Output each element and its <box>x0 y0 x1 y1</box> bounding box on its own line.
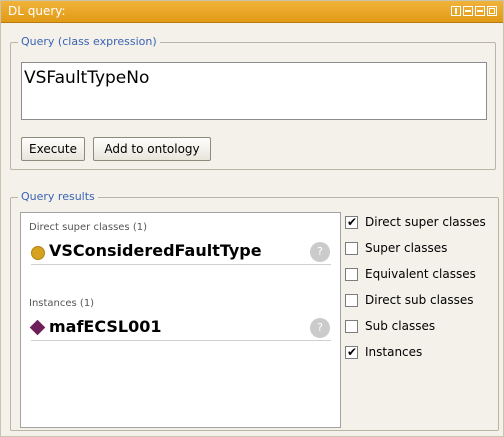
checkbox[interactable] <box>345 268 358 281</box>
results-group: Query results Direct super classes (1) V… <box>10 190 499 431</box>
instances-heading: Instances (1) <box>29 298 95 309</box>
dl-query-window: DL query: Query (class expression) VSFau… <box>0 0 504 437</box>
option-label: Direct super classes <box>365 215 486 229</box>
checkbox[interactable] <box>345 242 358 255</box>
window-title: DL query: <box>8 4 66 18</box>
result-row[interactable]: mafECSL001 ? <box>29 317 331 341</box>
execute-button[interactable]: Execute <box>21 137 85 161</box>
option-label: Direct sub classes <box>365 293 474 307</box>
checkbox[interactable] <box>345 294 358 307</box>
results-list[interactable]: Direct super classes (1) VSConsideredFau… <box>20 212 341 428</box>
results-group-label: Query results <box>18 190 98 203</box>
option-label: Equivalent classes <box>365 267 476 281</box>
query-expression-input[interactable]: VSFaultTypeNo <box>21 62 487 120</box>
checkmark-icon: ✔ <box>347 215 358 229</box>
float-icon[interactable] <box>475 6 485 16</box>
result-class-name[interactable]: VSConsideredFaultType <box>49 241 301 260</box>
option-label: Sub classes <box>365 319 436 333</box>
individual-icon <box>29 319 46 336</box>
query-group-label: Query (class expression) <box>18 35 160 48</box>
help-icon[interactable]: ? <box>310 242 330 262</box>
close-icon[interactable] <box>487 6 497 16</box>
class-icon <box>31 246 45 260</box>
checkmark-icon: ✔ <box>347 345 358 359</box>
add-to-ontology-button[interactable]: Add to ontology <box>93 137 211 161</box>
minimize-icon[interactable] <box>463 6 473 16</box>
checkbox[interactable] <box>345 320 358 333</box>
option-label: Super classes <box>365 241 448 255</box>
result-instance-name[interactable]: mafECSL001 <box>49 317 301 336</box>
window-controls <box>451 6 497 16</box>
title-bar: DL query: <box>1 1 503 23</box>
checkbox[interactable]: ✔ <box>345 345 358 359</box>
result-row[interactable]: VSConsideredFaultType ? <box>31 241 331 265</box>
help-icon[interactable]: ? <box>310 318 330 338</box>
direct-super-classes-heading: Direct super classes (1) <box>29 222 147 233</box>
option-label: Instances <box>365 345 423 359</box>
query-group: Query (class expression) VSFaultTypeNo E… <box>10 35 496 170</box>
checkbox[interactable]: ✔ <box>345 215 358 229</box>
split-view-icon[interactable] <box>451 6 461 16</box>
